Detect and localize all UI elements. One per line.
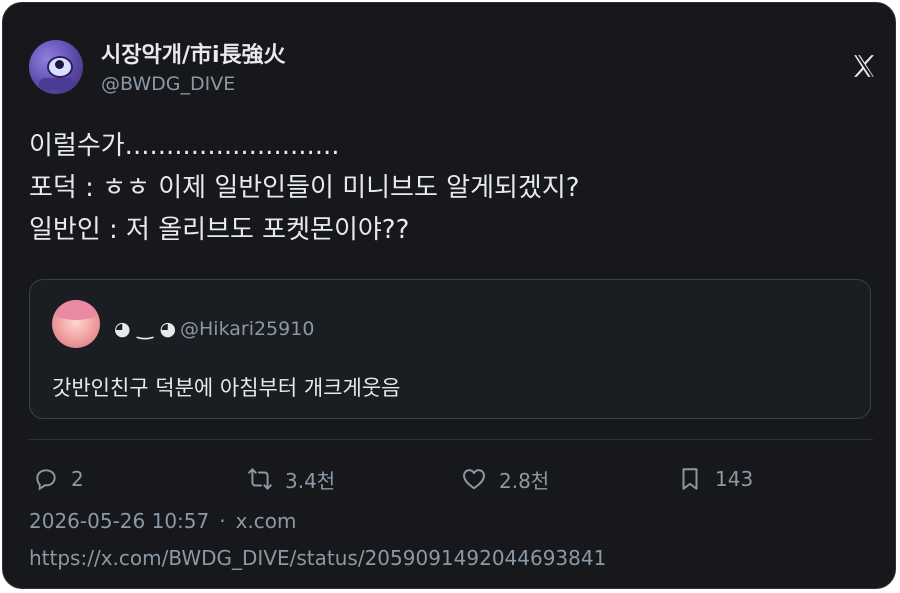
retweet-icon	[248, 468, 272, 490]
reply-icon	[36, 469, 56, 491]
tweet-line: 포덕 : ㅎㅎ 이제 일반인들이 미니브도 알게되겠지?	[29, 173, 580, 203]
tweet-meta: 2026-05-26 10:57 · x.com	[29, 509, 297, 533]
tweet-line: 일반인 : 저 올리브도 포켓몬이야??	[29, 215, 410, 245]
like-button[interactable]: 2.8천	[461, 459, 549, 499]
author-avatar[interactable]	[29, 40, 83, 94]
timestamp[interactable]: 2026-05-26 10:57	[29, 509, 209, 533]
action-bar: 2 3.4천 2.8천 143	[29, 459, 879, 499]
x-logo-icon[interactable]	[851, 53, 877, 79]
like-count: 2.8천	[499, 468, 550, 493]
author-handle[interactable]: @BWDG_DIVE	[101, 73, 235, 95]
quoted-author-avatar[interactable]	[52, 300, 100, 348]
bookmark-count: 143	[715, 467, 754, 491]
retweet-count: 3.4천	[285, 468, 336, 493]
bookmark-icon	[682, 468, 698, 490]
quoted-tweet-text: 갓반인친구 덕분에 아침부터 개크게웃음	[52, 376, 401, 400]
reply-count: 2	[71, 467, 84, 491]
tweet-body: 이럴수가.......................... 포덕 : ㅎㅎ 이…	[29, 125, 879, 251]
quoted-author-handle[interactable]: @Hikari25910	[180, 318, 314, 340]
divider	[29, 439, 873, 440]
retweet-button[interactable]: 3.4천	[247, 459, 335, 499]
reply-button[interactable]: 2	[33, 459, 84, 499]
meta-separator: ·	[219, 509, 226, 533]
author-display-name[interactable]: 시장악개/市i長強火	[101, 37, 286, 69]
source-link[interactable]: x.com	[236, 509, 297, 533]
tweet-card: 시장악개/市i長強火 @BWDG_DIVE 이럴수가..............…	[2, 2, 896, 589]
quoted-tweet[interactable]: ◕ ‿ ◕ @Hikari25910 갓반인친구 덕분에 아침부터 개크게웃음	[29, 279, 871, 419]
bookmark-button[interactable]: 143	[677, 459, 753, 499]
heart-icon	[463, 469, 485, 490]
tweet-header: 시장악개/市i長強火 @BWDG_DIVE	[29, 35, 879, 99]
tweet-url[interactable]: https://x.com/BWDG_DIVE/status/205909149…	[29, 546, 606, 570]
tweet-line: 이럴수가..........................	[29, 131, 340, 161]
quoted-author-name[interactable]: ◕ ‿ ◕	[114, 318, 176, 340]
